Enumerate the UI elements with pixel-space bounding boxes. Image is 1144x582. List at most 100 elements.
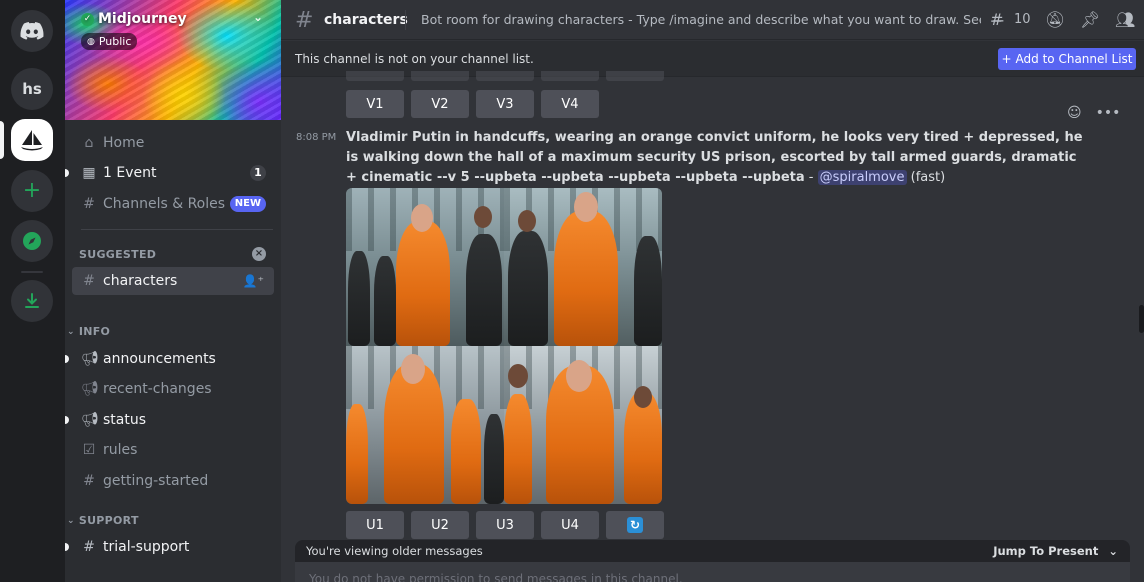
member-list-icon[interactable]: 👥︎ <box>1115 10 1135 29</box>
threads-icon[interactable]: #̶ <box>990 10 1003 29</box>
category-info[interactable]: ⌄ INFO <box>67 325 110 338</box>
channel-browse-icon: # <box>83 196 95 212</box>
discord-home-button[interactable] <box>11 10 53 52</box>
sidebar-item-events[interactable]: ▦ 1 Event 1 <box>65 159 274 187</box>
message-actions: ☺ ••• <box>1067 105 1120 121</box>
upscale-button-2[interactable]: U2 <box>411 511 469 539</box>
channel-header: # characters Bot room for drawing charac… <box>281 0 1144 40</box>
sidebar-item-trial-support[interactable]: # trial-support <box>65 533 274 561</box>
previous-upscale-button[interactable] <box>541 71 599 81</box>
variation-button-4[interactable]: V4 <box>541 90 599 118</box>
server-name: Midjourney <box>98 11 187 27</box>
sidebar-item-label: announcements <box>103 351 216 367</box>
explore-servers-button[interactable] <box>11 220 53 262</box>
sidebar-item-label: Channels & Roles <box>103 196 226 212</box>
server-banner: ✓ Midjourney ⌄ ◍ Public <box>65 0 281 120</box>
add-member-icon[interactable]: 👤⁺ <box>243 274 264 288</box>
variation-button-3[interactable]: V3 <box>476 90 534 118</box>
previous-upscale-button[interactable] <box>476 71 534 81</box>
download-apps-button[interactable] <box>11 280 53 322</box>
rail-separator <box>21 271 43 273</box>
variation-button-2[interactable]: V2 <box>411 90 469 118</box>
sidebar-item-recent-changes[interactable]: 📢︎ recent-changes <box>72 375 274 403</box>
sidebar-divider <box>81 229 273 230</box>
sidebar-item-channels-roles[interactable]: # Channels & Roles NEW <box>72 190 274 218</box>
previous-upscale-button[interactable] <box>346 71 404 81</box>
scrollbar-thumb[interactable] <box>1139 305 1144 333</box>
unread-indicator <box>65 543 69 551</box>
compass-icon <box>23 232 41 250</box>
hashtag-icon: # <box>83 273 95 289</box>
globe-icon: ◍ <box>87 36 95 47</box>
upscale-button-1[interactable]: U1 <box>346 511 404 539</box>
events-count-badge: 1 <box>250 165 266 181</box>
server-initials: hs <box>22 80 42 98</box>
midjourney-sailboat-icon <box>21 130 43 151</box>
jump-label: Jump To Present <box>993 544 1099 558</box>
sidebar-item-rules[interactable]: ☑ rules <box>72 436 274 464</box>
sidebar-item-label: Home <box>103 135 145 151</box>
sidebar-item-announcements[interactable]: 📢︎ announcements <box>65 345 274 373</box>
public-label: Public <box>98 35 132 48</box>
sidebar-item-label: trial-support <box>103 539 190 555</box>
add-to-channel-list-button[interactable]: + Add to Channel List <box>998 48 1136 70</box>
previous-upscale-button[interactable] <box>411 71 469 81</box>
older-messages-text: You're viewing older messages <box>306 544 483 558</box>
variation-button-1[interactable]: V1 <box>346 90 404 118</box>
channel-sidebar: ✓ Midjourney ⌄ ◍ Public ⌂ Home ▦ 1 Event… <box>65 0 281 582</box>
sidebar-item-status[interactable]: 📢︎ status <box>65 406 274 434</box>
older-messages-bar: You're viewing older messages Jump To Pr… <box>295 540 1130 562</box>
add-server-button[interactable]: + <box>11 170 53 212</box>
mute-bell-icon[interactable]: 🔕︎ <box>1045 10 1065 29</box>
pin-icon[interactable]: 📌︎ <box>1080 10 1100 29</box>
hashtag-icon: # <box>83 473 95 489</box>
chevron-down-icon: ⌄ <box>1108 544 1118 558</box>
category-label: INFO <box>78 325 111 338</box>
category-support[interactable]: ⌄ SUPPORT <box>67 514 139 527</box>
reroll-button[interactable]: ↻ <box>606 511 664 539</box>
hashtag-icon: # <box>295 8 314 33</box>
category-label: SUPPORT <box>78 514 139 527</box>
plus-icon: + <box>22 178 42 203</box>
upscale-button-3[interactable]: U3 <box>476 511 534 539</box>
add-reaction-icon[interactable]: ☺ <box>1067 105 1082 121</box>
active-server-indicator <box>0 121 4 159</box>
dismiss-suggested-icon[interactable]: × <box>252 247 266 261</box>
public-badge: ◍ Public <box>81 33 138 50</box>
message-content: Vladimir Putin in handcuffs, wearing an … <box>346 128 1086 188</box>
upscale-button-4[interactable]: U4 <box>541 511 599 539</box>
midjourney-server-button[interactable] <box>11 119 53 161</box>
sidebar-item-home[interactable]: ⌂ Home <box>72 129 274 157</box>
sidebar-item-getting-started[interactable]: # getting-started <box>72 467 274 495</box>
more-options-icon[interactable]: ••• <box>1096 105 1121 121</box>
suggested-header: SUGGESTED <box>79 248 156 261</box>
discord-app: hs + ✓ Midjourney ⌄ ◍ Public ⌂ Home ▦ 1 … <box>0 0 1144 582</box>
user-mention[interactable]: @spiralmove <box>817 170 907 185</box>
sidebar-item-characters[interactable]: # characters 👤⁺ <box>72 267 274 295</box>
previous-refresh-button[interactable] <box>606 71 664 81</box>
channel-topic[interactable]: Bot room for drawing characters - Type /… <box>421 12 981 27</box>
server-header[interactable]: ✓ Midjourney <box>81 11 187 27</box>
chevron-down-icon[interactable]: ⌄ <box>253 10 263 24</box>
chat-area: # characters Bot room for drawing charac… <box>281 0 1144 582</box>
grid-image-3 <box>346 346 504 504</box>
calendar-icon: ▦ <box>82 165 96 181</box>
sidebar-item-label: status <box>103 412 147 428</box>
chevron-down-icon: ⌄ <box>67 515 75 526</box>
composer-placeholder: You do not have permission to send messa… <box>309 572 683 582</box>
sidebar-item-label: characters <box>103 273 178 289</box>
grid-image-4 <box>504 346 662 504</box>
message-composer: You do not have permission to send messa… <box>295 562 1130 582</box>
message-separator: - <box>804 170 818 185</box>
plus-icon: + <box>1001 52 1012 66</box>
suggested-label: SUGGESTED <box>79 248 157 261</box>
message-prompt: Vladimir Putin in handcuffs, wearing an … <box>346 130 1083 185</box>
jump-to-present-button[interactable]: Jump To Present ⌄ <box>993 544 1118 558</box>
generated-image-grid[interactable] <box>346 188 662 504</box>
notice-text: This channel is not on your channel list… <box>295 52 534 66</box>
server-hs-button[interactable]: hs <box>11 68 53 110</box>
megaphone-icon: 📢︎ <box>81 381 99 397</box>
hashtag-icon: # <box>83 539 95 555</box>
unread-indicator <box>65 355 69 363</box>
new-badge: NEW <box>229 196 266 212</box>
